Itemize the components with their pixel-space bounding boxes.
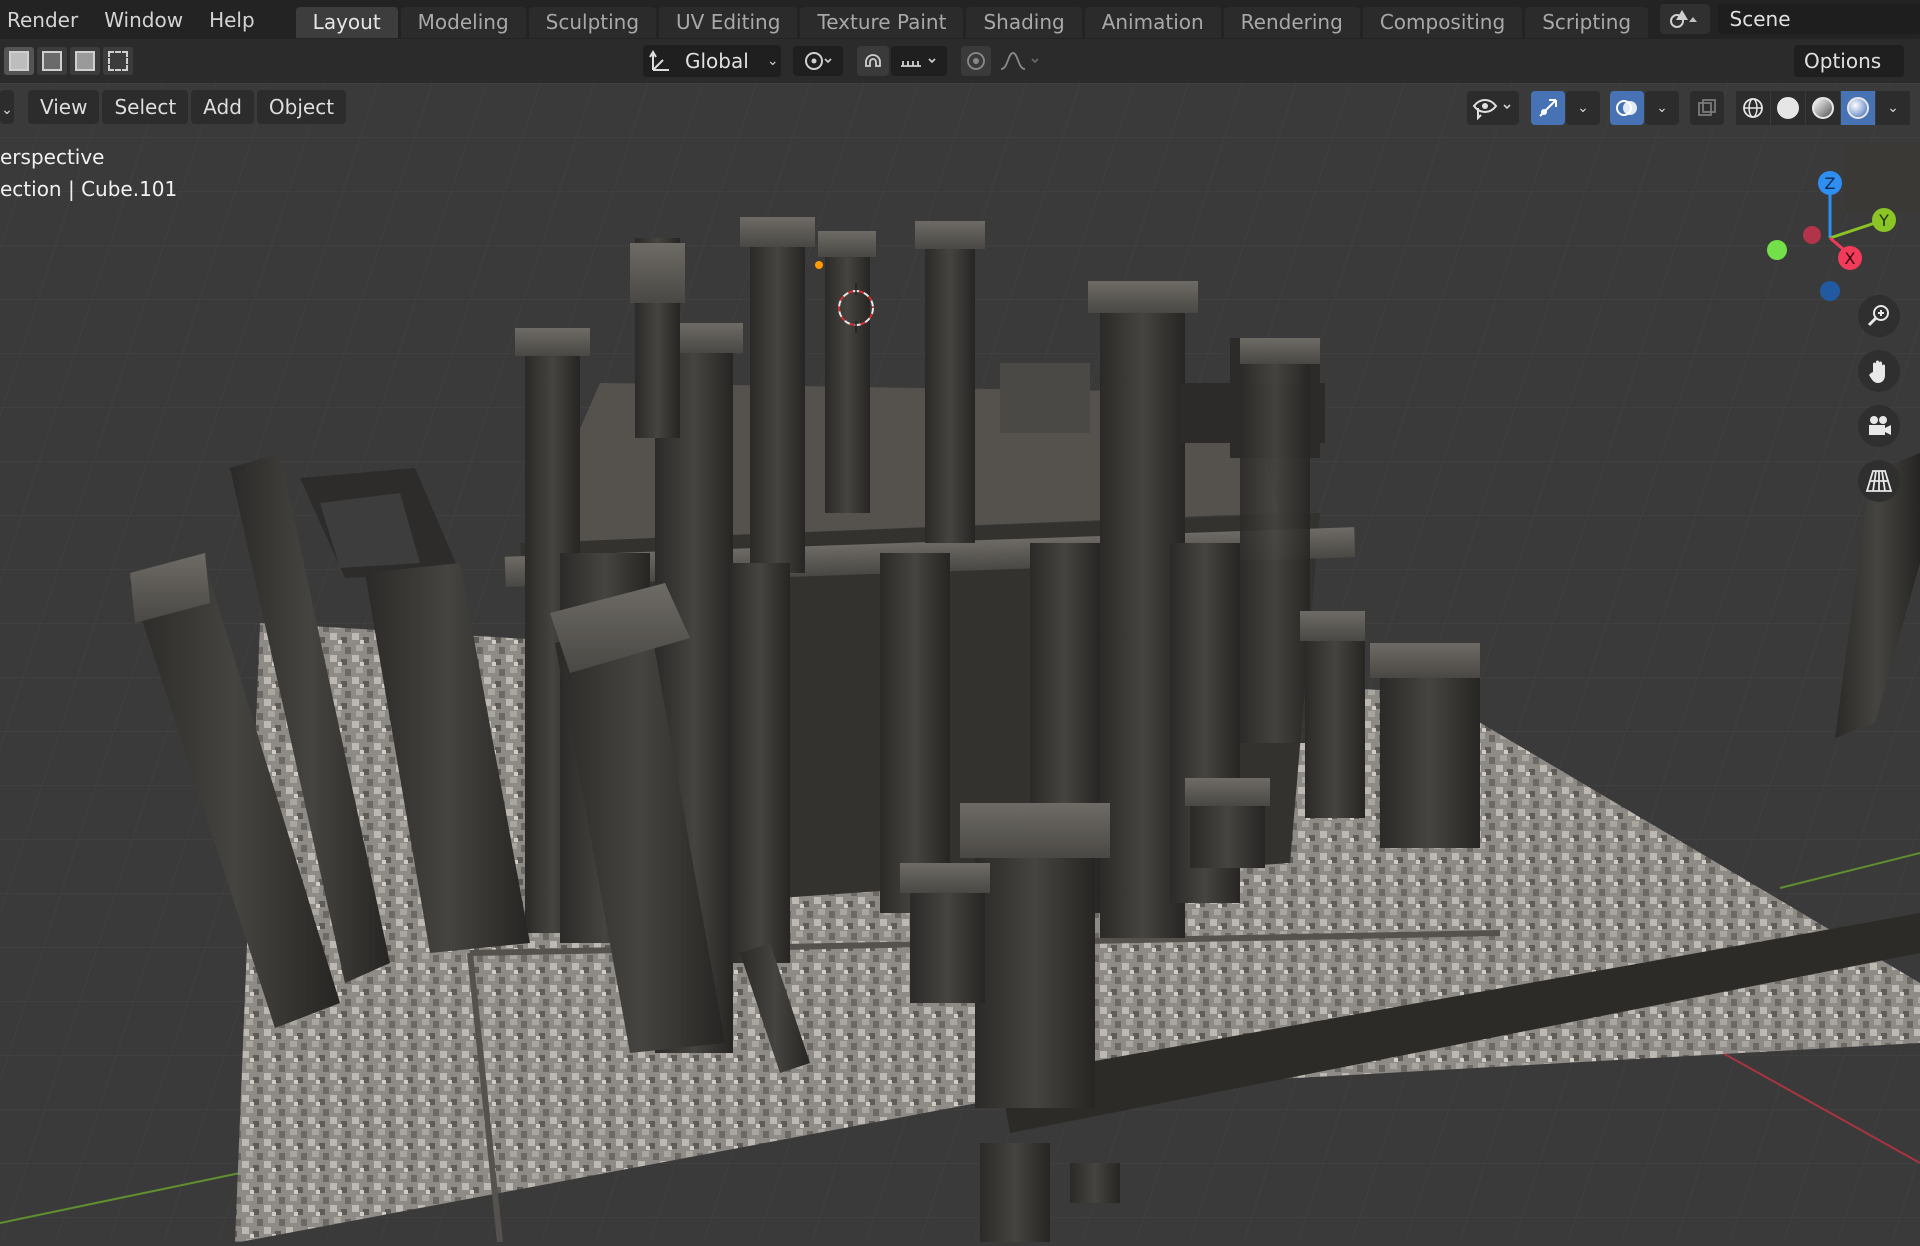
selection-mode-group: [4, 47, 136, 75]
menu-render[interactable]: Render: [0, 6, 91, 34]
square-icon: [9, 51, 29, 71]
material-preview-button[interactable]: [1806, 91, 1840, 125]
menu-select[interactable]: Select: [102, 90, 189, 124]
menu-view[interactable]: View: [28, 90, 100, 124]
menu-add[interactable]: Add: [191, 90, 254, 124]
platform-leg-2: [1070, 1163, 1120, 1203]
proportional-edit-icon: [967, 52, 985, 70]
options-label: Options: [1804, 49, 1882, 73]
gizmo-arrows-icon: [1539, 99, 1557, 117]
platform-leg: [980, 1143, 1050, 1242]
tab-modeling[interactable]: Modeling: [400, 7, 526, 38]
viewport-menus: ⌄ View Select Add Object: [0, 90, 349, 124]
xray-toggle[interactable]: [1690, 91, 1724, 125]
magnet-icon: [865, 54, 881, 67]
tool-header: Global ⌄ Options ⌄: [0, 39, 1920, 104]
object-origin-dot: [815, 261, 823, 269]
zoom-magnifier-icon: [1867, 305, 1889, 327]
falloff-curve-icon: [1000, 52, 1039, 70]
tab-sculpting[interactable]: Sculpting: [528, 7, 657, 38]
transform-orientation-dropdown[interactable]: Global ⌄: [643, 45, 781, 77]
collection-object-label: ection | Cube.101: [0, 177, 178, 201]
main-menu: Render Window Help: [0, 0, 268, 39]
top-bar: Render Window Help Layout Modeling Sculp…: [0, 0, 1920, 39]
gizmo-z-label: Z: [1825, 174, 1836, 193]
solid-sphere-icon: [1777, 97, 1799, 119]
orientation-axes-icon: [649, 50, 669, 71]
tab-scripting[interactable]: Scripting: [1525, 7, 1649, 38]
options-dropdown[interactable]: Options ⌄: [1794, 45, 1904, 104]
camera-icon[interactable]: [1858, 405, 1900, 447]
scene-icon[interactable]: [1660, 4, 1710, 34]
square-icon: [75, 51, 95, 71]
camera-view-icon: [1869, 416, 1891, 435]
eye-pointer-icon: [1472, 99, 1511, 120]
square-icon: [42, 51, 62, 71]
chevron-down-icon: ⌄: [1577, 100, 1589, 116]
menu-object[interactable]: Object: [256, 90, 347, 124]
material-sphere-icon: [1812, 97, 1834, 119]
proportional-edit-toggle[interactable]: [961, 46, 991, 76]
chevron-down-icon: ⌄: [1656, 100, 1668, 116]
scene-shapes-icon: [1669, 10, 1697, 28]
zoom-icon[interactable]: [1858, 295, 1900, 337]
tab-shading[interactable]: Shading: [966, 7, 1082, 38]
snap-toggle[interactable]: [857, 46, 889, 76]
hand-icon: [1869, 360, 1885, 383]
tab-layout[interactable]: Layout: [295, 7, 398, 38]
view-name-label: erspective: [0, 145, 105, 169]
select-new-button[interactable]: [4, 47, 34, 75]
snap-target-dropdown[interactable]: [891, 46, 947, 76]
rendered-sphere-icon: [1847, 97, 1869, 119]
scene-name-field[interactable]: Scene: [1717, 4, 1920, 34]
gizmo-y-label: Y: [1878, 211, 1889, 230]
tab-uv-editing[interactable]: UV Editing: [659, 7, 798, 38]
select-subtract-button[interactable]: [70, 47, 100, 75]
tab-compositing[interactable]: Compositing: [1362, 7, 1523, 38]
proportional-falloff-dropdown[interactable]: [993, 46, 1047, 76]
chevron-down-icon: ⌄: [1, 102, 13, 118]
grid-perspective-icon[interactable]: [1858, 460, 1900, 502]
tab-rendering[interactable]: Rendering: [1223, 7, 1360, 38]
chevron-down-icon: ⌄: [766, 53, 779, 69]
viewport-scene: [0, 83, 1920, 1243]
hand-pan-icon[interactable]: [1858, 350, 1900, 392]
grid-icon: [1865, 470, 1893, 492]
scene-selector: Scene: [1660, 4, 1920, 34]
pivot-icon: [805, 52, 832, 70]
gizmo-toggle[interactable]: [1531, 91, 1565, 125]
solid-shading-button[interactable]: [1771, 91, 1805, 125]
gizmo-dropdown[interactable]: ⌄: [1566, 91, 1600, 125]
pivot-point-dropdown[interactable]: [793, 46, 843, 76]
shading-mode-group: ⌄: [1736, 91, 1911, 125]
wireframe-shading-button[interactable]: [1736, 91, 1770, 125]
shading-dropdown[interactable]: ⌄: [1876, 91, 1910, 125]
wireframe-sphere-icon: [1743, 98, 1763, 118]
viewport-header: ⌄ View Select Add Object ⌄ ⌄ ⌄: [0, 83, 1920, 127]
square-icon: [108, 51, 128, 71]
tab-animation[interactable]: Animation: [1084, 7, 1221, 38]
select-extend-button[interactable]: [37, 47, 67, 75]
gizmo-x-label: X: [1845, 249, 1856, 268]
menu-help[interactable]: Help: [196, 6, 268, 34]
transform-orientation-label: Global: [685, 49, 749, 73]
rendered-shading-button[interactable]: [1841, 91, 1875, 125]
snap-increment-icon: [901, 58, 936, 67]
overlays-toggle[interactable]: [1610, 91, 1644, 125]
workspace-tabs: Layout Modeling Sculpting UV Editing Tex…: [295, 0, 1681, 39]
overlays-dropdown[interactable]: ⌄: [1645, 91, 1679, 125]
select-intersect-button[interactable]: [103, 47, 133, 75]
tab-texture-paint[interactable]: Texture Paint: [800, 7, 964, 38]
xray-icon: [1698, 99, 1716, 116]
chevron-down-icon: ⌄: [1887, 100, 1899, 116]
menu-window[interactable]: Window: [91, 6, 196, 34]
visibility-dropdown[interactable]: [1467, 91, 1519, 125]
editor-type-dropdown[interactable]: ⌄: [0, 90, 14, 124]
overlays-icon: [1616, 100, 1637, 116]
3d-viewport[interactable]: Z Y X erspective ection | Cube.101: [0, 83, 1920, 1243]
